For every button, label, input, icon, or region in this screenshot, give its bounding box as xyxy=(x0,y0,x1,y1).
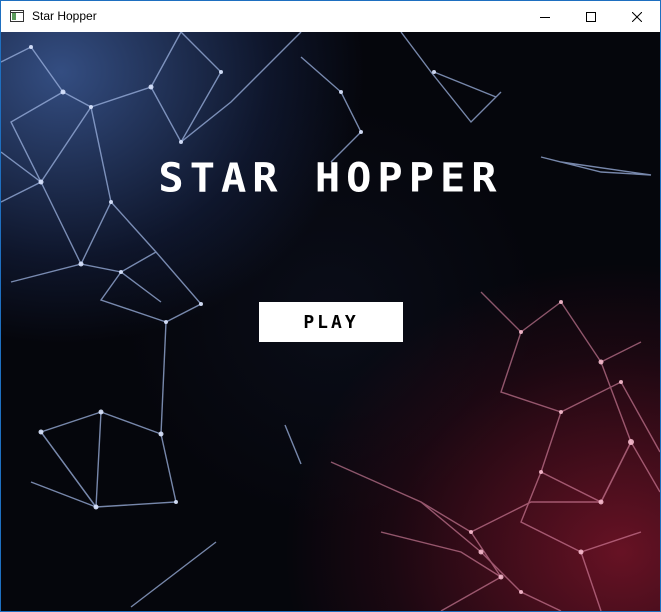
play-button[interactable]: PLAY xyxy=(259,302,403,342)
minimize-icon xyxy=(540,16,550,18)
window-title: Star Hopper xyxy=(32,9,97,23)
app-window-icon xyxy=(10,10,24,22)
app-window: Star Hopper STAR HOPPER PLAY xyxy=(0,0,661,612)
game-canvas[interactable]: Star Hopper PLAY xyxy=(1,32,660,611)
title-bar[interactable]: Star Hopper xyxy=(1,1,660,32)
close-button[interactable] xyxy=(614,1,660,32)
maximize-button[interactable] xyxy=(568,1,614,32)
close-icon xyxy=(632,11,642,22)
maximize-icon xyxy=(586,11,596,22)
game-title: Star Hopper xyxy=(158,154,503,201)
minimize-button[interactable] xyxy=(522,1,568,32)
